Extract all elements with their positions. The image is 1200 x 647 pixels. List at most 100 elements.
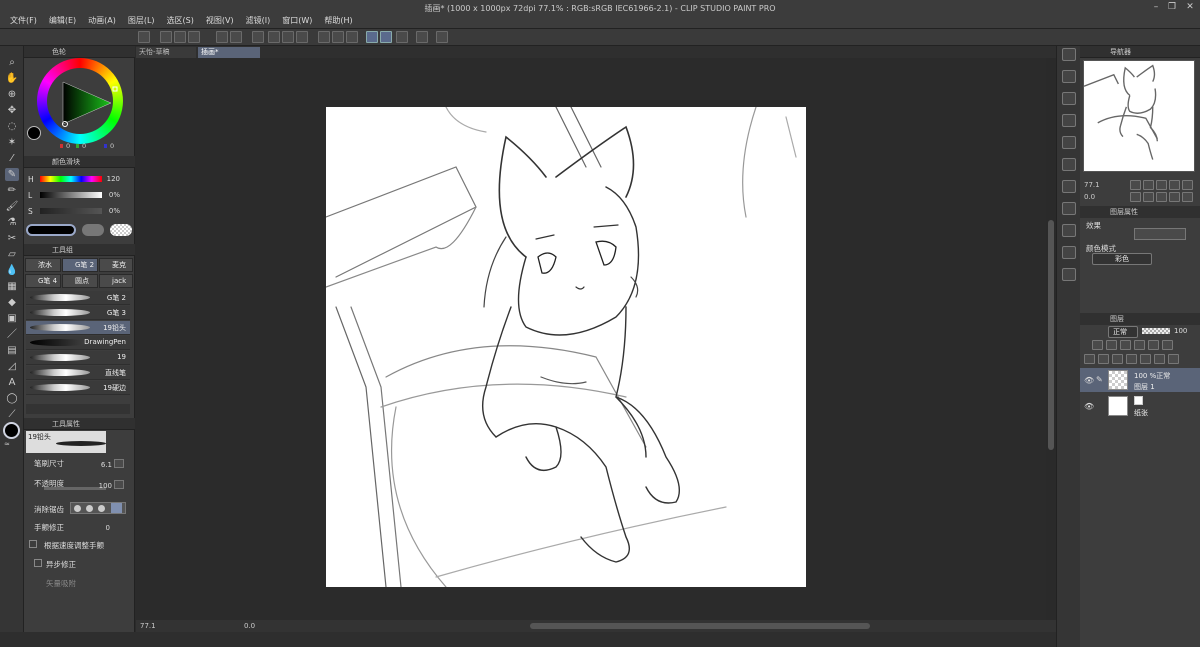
fill-screen-icon[interactable] xyxy=(1182,180,1193,190)
zoom-icon[interactable]: ⌕ xyxy=(5,56,19,69)
saturation-slider[interactable] xyxy=(40,208,102,214)
mask-add-icon[interactable] xyxy=(1140,354,1151,364)
layer-opacity-slider[interactable] xyxy=(1142,328,1170,334)
layer-row[interactable]: 👁 ✎ 100 %正常 图层 1 xyxy=(1080,368,1200,392)
brush-item[interactable]: G笔 2 xyxy=(26,291,130,305)
correct-line-icon[interactable]: ⟋ xyxy=(5,408,19,421)
fill-icon[interactable] xyxy=(282,31,294,43)
tab-draft[interactable]: 天怡-草稿 xyxy=(136,47,196,58)
search-icon[interactable] xyxy=(1062,48,1076,61)
eraser-icon[interactable]: ▱ xyxy=(5,248,19,261)
palette-icon[interactable] xyxy=(1062,180,1076,193)
menu-item[interactable]: 帮助(H) xyxy=(320,15,356,27)
swap-colors-icon[interactable]: ≈ xyxy=(4,441,20,448)
status-zoom[interactable]: 77.1 xyxy=(140,622,156,630)
clip-studio-icon[interactable] xyxy=(138,31,150,43)
clip-icon[interactable] xyxy=(1092,340,1103,350)
history-icon[interactable] xyxy=(1062,158,1076,171)
timelapse-icon[interactable] xyxy=(436,31,448,43)
brush-size-stepper[interactable] xyxy=(114,459,124,468)
vertical-scroll-thumb[interactable] xyxy=(1048,220,1054,450)
invert-selection-icon[interactable] xyxy=(332,31,344,43)
decoration-icon[interactable]: ✂ xyxy=(5,232,19,245)
smartphone-icon[interactable] xyxy=(416,31,428,43)
subtool-tab-3[interactable]: 麦克 xyxy=(99,258,133,272)
deselect-icon[interactable] xyxy=(318,31,330,43)
new-vector-icon[interactable] xyxy=(1098,354,1109,364)
eye-icon[interactable]: 👁 xyxy=(1084,402,1094,411)
panel-icon[interactable] xyxy=(1062,92,1076,105)
speed-checkbox[interactable] xyxy=(29,540,37,548)
text-icon[interactable]: A xyxy=(5,376,19,389)
fill-tool-icon[interactable]: ▦ xyxy=(5,280,19,293)
redo-icon[interactable] xyxy=(230,31,242,43)
maximize-icon[interactable]: ❐ xyxy=(1166,2,1178,12)
clear-icon[interactable] xyxy=(268,31,280,43)
lock-icon[interactable] xyxy=(1120,340,1131,350)
brush-icon[interactable]: 🖌 xyxy=(5,200,19,213)
transparent-color-bar[interactable] xyxy=(110,224,132,236)
color-mode-dropdown[interactable]: 彩色 xyxy=(1092,253,1152,265)
frame-icon[interactable]: ▤ xyxy=(5,344,19,357)
opacity-stepper[interactable] xyxy=(114,480,124,489)
status-angle[interactable]: 0.0 xyxy=(244,622,255,630)
subtool-tab-6[interactable]: jack xyxy=(99,274,133,288)
flip-vertical-icon[interactable] xyxy=(1182,192,1193,202)
zoom-in-icon[interactable] xyxy=(1143,180,1154,190)
nav-zoom[interactable]: 77.1 xyxy=(1084,181,1100,189)
reference-icon[interactable] xyxy=(1106,340,1117,350)
stabilization-value[interactable]: 0 xyxy=(94,524,110,532)
brush-item[interactable]: 直线笔 xyxy=(26,366,130,380)
camera-icon[interactable] xyxy=(1062,246,1076,259)
menu-item[interactable]: 文件(F) xyxy=(6,15,41,27)
pen-icon[interactable]: ✎ xyxy=(5,168,19,181)
tab-illustration[interactable]: 插画* xyxy=(198,47,260,58)
zoom-out-icon[interactable] xyxy=(1130,180,1141,190)
transform-icon[interactable] xyxy=(296,31,308,43)
new-folder-icon[interactable] xyxy=(1112,354,1123,364)
reset-rotation-icon[interactable] xyxy=(1156,192,1167,202)
open-file-icon[interactable] xyxy=(174,31,186,43)
nav-angle[interactable]: 0.0 xyxy=(1084,193,1095,201)
color-triangle[interactable] xyxy=(37,58,123,144)
subtool-tab-4[interactable]: G笔 4 xyxy=(25,274,61,288)
export-icon[interactable] xyxy=(1062,136,1076,149)
new-file-icon[interactable] xyxy=(160,31,172,43)
balloon-icon[interactable]: ◯ xyxy=(5,392,19,405)
bucket-icon[interactable]: ◆ xyxy=(5,296,19,309)
save-icon[interactable] xyxy=(188,31,200,43)
close-icon[interactable]: ✕ xyxy=(1184,2,1196,12)
eye-icon[interactable]: 👁 xyxy=(1084,376,1094,385)
layer-row[interactable]: 👁 纸张 xyxy=(1080,394,1200,418)
minimize-icon[interactable]: – xyxy=(1150,2,1162,12)
navigator-preview[interactable] xyxy=(1083,60,1195,172)
main-color-swatch[interactable] xyxy=(3,422,20,439)
sub-color-bar[interactable] xyxy=(82,224,104,236)
gear-icon[interactable] xyxy=(1062,224,1076,237)
subtool-tab-2[interactable]: G笔 2 xyxy=(62,258,98,272)
pencil-icon[interactable]: ✏ xyxy=(5,184,19,197)
menu-item[interactable]: 图层(L) xyxy=(124,15,159,27)
magic-wand-icon[interactable]: ✶ xyxy=(5,136,19,149)
figure-icon[interactable]: ／ xyxy=(5,328,19,341)
menu-item[interactable]: 动画(A) xyxy=(84,15,120,27)
menu-item[interactable]: 选区(S) xyxy=(163,15,198,27)
opacity-value[interactable]: 100 xyxy=(88,482,112,490)
brush-size-value[interactable]: 6.1 xyxy=(88,461,112,469)
flip-horizontal-icon[interactable] xyxy=(1169,192,1180,202)
fit-icon[interactable] xyxy=(1156,180,1167,190)
current-color-swatch[interactable] xyxy=(27,126,41,140)
antialias-options[interactable] xyxy=(70,502,126,514)
menu-item[interactable]: 编辑(E) xyxy=(45,15,80,27)
main-color-bar[interactable] xyxy=(26,224,76,236)
drawing-canvas[interactable] xyxy=(325,106,806,588)
lasso-icon[interactable]: ◌ xyxy=(5,120,19,133)
mask-icon[interactable] xyxy=(1148,340,1159,350)
brush-item-selected[interactable]: 19铅头 xyxy=(26,321,130,335)
eyedropper-icon[interactable]: ⁄ xyxy=(5,152,19,165)
blend-mode-dropdown[interactable]: 正常 xyxy=(1108,326,1138,338)
rotate-right-icon[interactable] xyxy=(1143,192,1154,202)
crop-icon[interactable] xyxy=(346,31,358,43)
hue-slider[interactable] xyxy=(40,176,102,182)
menu-item[interactable]: 滤镜(I) xyxy=(242,15,275,27)
